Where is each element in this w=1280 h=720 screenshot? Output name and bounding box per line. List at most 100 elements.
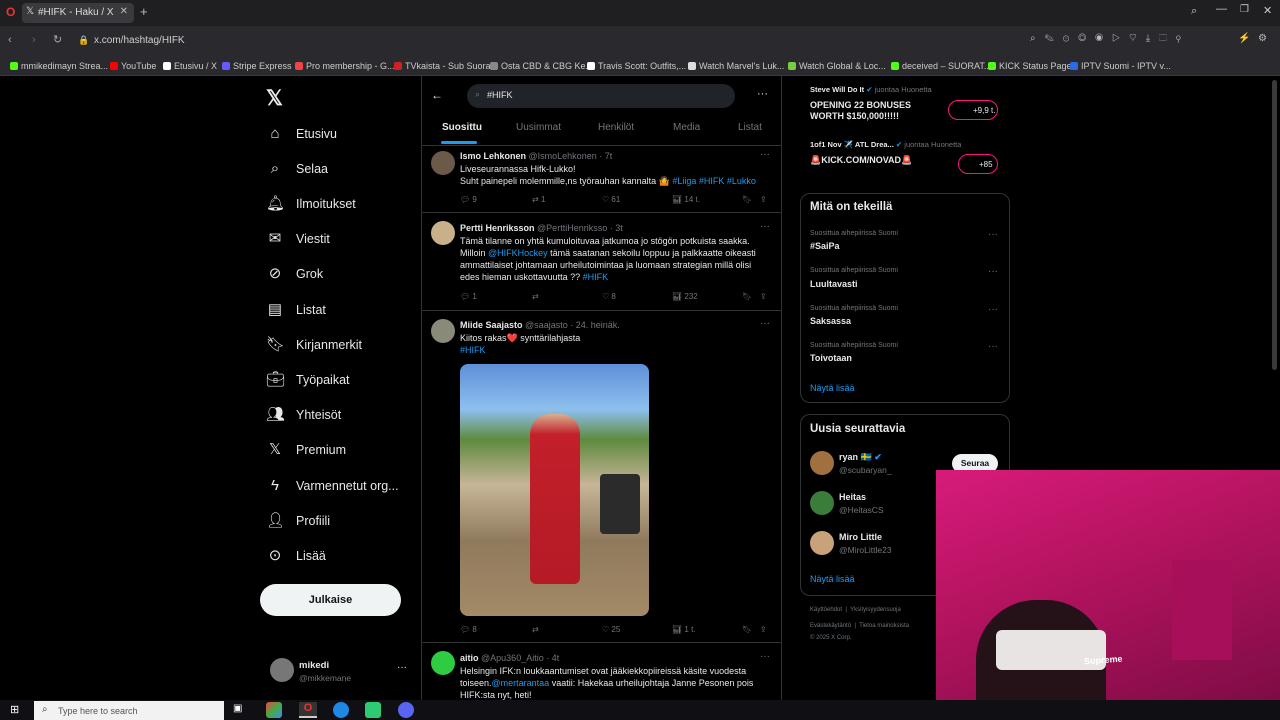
back-arrow-icon[interactable]: ←: [431, 88, 443, 102]
repost-button[interactable]: ⇄ 1: [532, 195, 545, 204]
nav-item-more[interactable]: ⊙ Lisää: [266, 546, 426, 570]
task-view-icon[interactable]: ▣: [233, 703, 242, 714]
nav-item-bookmarks[interactable]: 🔖︎ Kirjanmerkit: [266, 335, 426, 359]
bookmark-item[interactable]: Travis Scott: Outfits,...: [587, 61, 686, 71]
nav-item-messages[interactable]: ✉ Viestit: [266, 229, 426, 253]
bookmark-item[interactable]: Watch Marvel's Luk...: [688, 61, 784, 71]
reply-button[interactable]: 💬︎ 9: [460, 195, 477, 204]
trend-item[interactable]: Saksassa: [810, 316, 851, 326]
nav-item-grok[interactable]: ⊘ Grok: [266, 264, 426, 288]
account-switcher[interactable]: mikedi @mikkemane ···: [268, 656, 413, 686]
nav-item-explore[interactable]: ⌕ Selaa: [266, 159, 426, 183]
footer-link[interactable]: Käyttöehdot: [810, 607, 842, 613]
trend-menu-icon[interactable]: ···: [988, 304, 998, 315]
trend-menu-icon[interactable]: ···: [988, 229, 998, 240]
follow-name[interactable]: ryan 🇸🇪 ✔: [839, 452, 882, 463]
post[interactable]: aitio @Apu360_Aitio · 4t ··· Helsingin I…: [422, 643, 781, 700]
room-listener-count[interactable]: +9,9 t.: [948, 100, 998, 120]
bookmark-item[interactable]: deceived – SUORAT...: [891, 61, 991, 71]
reply-button[interactable]: 💬︎ 1: [460, 292, 477, 301]
bookmark-item[interactable]: mmikedimayn Strea...: [10, 61, 108, 71]
extension-icon[interactable]: ⚡: [1238, 33, 1250, 44]
share-icon[interactable]: ⇪: [760, 195, 767, 204]
tab-lists[interactable]: Listat: [738, 122, 762, 133]
forward-icon[interactable]: ›: [32, 34, 36, 46]
reply-button[interactable]: 💬︎ 8: [460, 625, 477, 634]
nav-item-jobs[interactable]: 💼︎ Työpaikat: [266, 370, 426, 394]
nav-item-communities[interactable]: 👥︎ Yhteisöt: [266, 405, 426, 429]
bookmark-item[interactable]: IPTV Suomi - IPTV v...: [1070, 61, 1171, 71]
share-icon[interactable]: ⇪: [760, 625, 767, 634]
post-menu-icon[interactable]: ···: [760, 221, 770, 232]
trend-menu-icon[interactable]: ···: [988, 266, 998, 277]
scrollbar-thumb[interactable]: [1272, 80, 1277, 370]
room-listener-count[interactable]: +85: [958, 154, 998, 174]
trends-show-more-link[interactable]: Näytä lisää: [810, 383, 855, 393]
post-button[interactable]: Julkaise: [260, 584, 401, 616]
post[interactable]: Ismo Lehkonen @IsmoLehkonen · 7t ··· Liv…: [422, 146, 781, 212]
close-tab-icon[interactable]: ✕: [120, 6, 128, 17]
more-options-icon[interactable]: ···: [757, 88, 768, 100]
windows-start-icon[interactable]: ⊞: [10, 703, 19, 716]
room-title[interactable]: 🚨KICK.COM/NOVAD🚨: [810, 155, 912, 166]
tab-latest[interactable]: Uusimmat: [516, 122, 561, 133]
nav-item-verified-orgs[interactable]: ϟ Varmennetut org...: [266, 476, 426, 500]
views-button[interactable]: 📊︎ 232: [672, 292, 698, 301]
follow-name[interactable]: Heitas: [839, 492, 866, 502]
opera-taskbar-icon[interactable]: O: [299, 702, 317, 718]
toolbar-extension-icons[interactable]: ⌕✎⊙◎◉▷♡⤓⬚⚲: [1030, 33, 1190, 44]
like-button[interactable]: ♡ 61: [602, 195, 620, 204]
bookmark-item[interactable]: Watch Global & Loc...: [788, 61, 886, 71]
nav-item-home[interactable]: ⌂ Etusivu: [266, 124, 426, 148]
follow-show-more-link[interactable]: Näytä lisää: [810, 574, 855, 584]
minimize-icon[interactable]: —: [1216, 3, 1227, 15]
bookmark-item[interactable]: TVkaista - Sub Suora: [394, 61, 491, 71]
post-menu-icon[interactable]: ···: [760, 318, 770, 329]
share-icon[interactable]: ⇪: [760, 292, 767, 301]
post[interactable]: Pertti Henriksson @PerttiHenriksso · 3t …: [422, 213, 781, 310]
menu-icon[interactable]: ⚙: [1258, 33, 1267, 44]
app-icon[interactable]: [365, 702, 381, 718]
like-button[interactable]: ♡ 25: [602, 625, 620, 634]
app-icon[interactable]: [266, 702, 282, 718]
repost-button[interactable]: ⇄: [532, 292, 539, 301]
bookmark-item[interactable]: Osta CBD & CBG Ke...: [490, 61, 593, 71]
repost-button[interactable]: ⇄: [532, 625, 539, 634]
follow-name[interactable]: Miro Little: [839, 532, 882, 542]
footer-link[interactable]: Evästekäytäntö: [810, 623, 851, 629]
close-window-icon[interactable]: ✕: [1263, 4, 1272, 17]
trend-menu-icon[interactable]: ···: [988, 341, 998, 352]
new-tab-icon[interactable]: +: [140, 4, 148, 19]
views-button[interactable]: 📊︎ 1 t.: [672, 625, 696, 634]
search-input[interactable]: ⌕ #HIFK: [467, 84, 735, 108]
nav-item-notifications[interactable]: 🔔︎ Ilmoitukset: [266, 194, 426, 218]
edge-icon[interactable]: [333, 702, 349, 718]
discord-icon[interactable]: [398, 702, 414, 718]
bookmark-item[interactable]: Etusivu / X: [163, 61, 217, 71]
post[interactable]: Miide Saajasto @saajasto · 24. heinäk. ·…: [422, 311, 781, 641]
tab-media[interactable]: Media: [673, 122, 700, 133]
tab-top[interactable]: Suosittu: [442, 122, 482, 133]
bookmark-icon[interactable]: 🔖︎: [742, 625, 752, 634]
bookmark-item[interactable]: Pro membership - G...: [295, 61, 395, 71]
trend-item[interactable]: #SaiPa: [810, 241, 840, 251]
footer-link[interactable]: Yksityisyydensuoja: [850, 607, 901, 613]
trend-item[interactable]: Luultavasti: [810, 279, 858, 289]
trend-item[interactable]: Toivotaan: [810, 353, 852, 363]
room-title[interactable]: OPENING 22 BONUSES WORTH $150,000!!!!!: [810, 100, 911, 122]
nav-item-premium[interactable]: 𝕏 Premium: [266, 440, 426, 464]
footer-link[interactable]: Tietoa mainoksista: [859, 623, 909, 629]
opera-logo-icon[interactable]: O: [6, 5, 15, 19]
bookmark-item[interactable]: Stripe Express: [222, 61, 292, 71]
bookmark-item[interactable]: KICK Status Page: [988, 61, 1072, 71]
x-logo-icon[interactable]: 𝕏: [266, 86, 283, 111]
bookmark-icon[interactable]: 🔖︎: [742, 195, 752, 204]
bookmark-item[interactable]: YouTube: [110, 61, 156, 71]
like-button[interactable]: ♡ 8: [602, 292, 616, 301]
tab-people[interactable]: Henkilöt: [598, 122, 634, 133]
post-menu-icon[interactable]: ···: [760, 651, 770, 662]
views-button[interactable]: 📊︎ 14 t.: [672, 195, 700, 204]
reload-icon[interactable]: ↻: [53, 33, 62, 46]
taskbar-search[interactable]: ⌕ Type here to search: [34, 701, 224, 720]
nav-item-profile[interactable]: 👤︎ Profiili: [266, 511, 426, 535]
